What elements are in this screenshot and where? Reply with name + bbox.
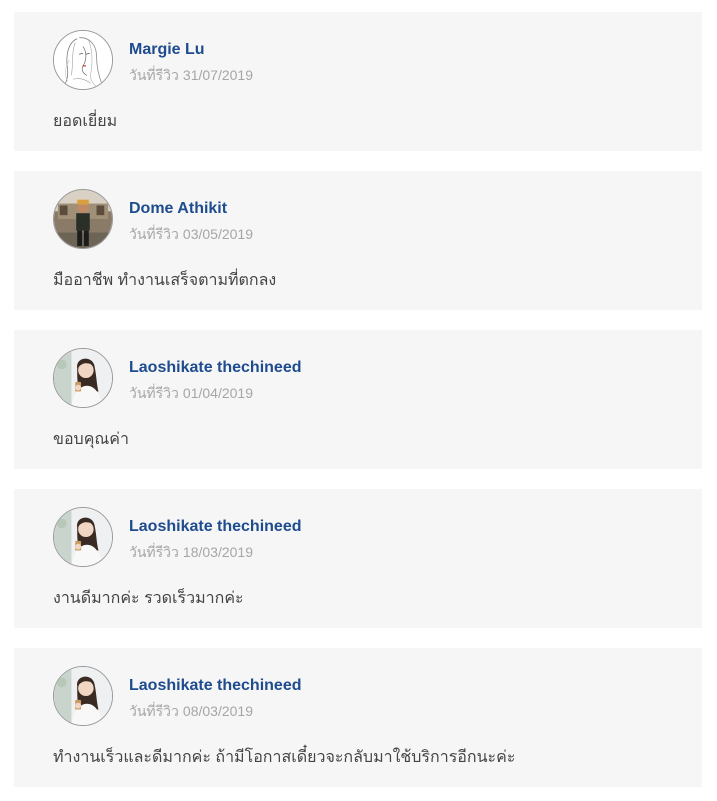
reviewer-name[interactable]: Margie Lu xyxy=(129,41,205,59)
review-text: งานดีมากค่ะ รวดเร็วมากค่ะ xyxy=(53,590,244,607)
review-text: มืออาชีพ ทำงานเสร็จตามที่ตกลง xyxy=(53,272,277,289)
photo-portrait-avatar-icon xyxy=(54,508,112,566)
photo-portrait-avatar-icon xyxy=(54,349,112,407)
photo-portrait-avatar-icon xyxy=(54,190,112,248)
review-card: Laoshikate thechineed วันที่รีวิว 18/03/2… xyxy=(14,489,702,628)
reviewer-avatar xyxy=(53,189,113,249)
review-date: วันที่รีวิว 08/03/2019 xyxy=(129,701,253,723)
review-date: วันที่รีวิว 01/04/2019 xyxy=(129,383,253,405)
review-date-value: 18/03/2019 xyxy=(182,544,253,560)
review-date-label: วันที่รีวิว xyxy=(129,385,179,401)
review-list: Margie Lu วันที่รีวิว 31/07/2019 ยอดเยี่ย… xyxy=(0,0,717,801)
reviewer-avatar xyxy=(53,666,113,726)
reviewer-avatar xyxy=(53,507,113,567)
review-date-label: วันที่รีวิว xyxy=(129,226,179,242)
reviewer-name[interactable]: Laoshikate thechineed xyxy=(129,359,302,377)
review-date-label: วันที่รีวิว xyxy=(129,544,179,560)
review-text: ทำงานเร็วและดีมากค่ะ ถ้ามีโอกาสเดี๋ยวจะก… xyxy=(53,749,516,766)
review-card: Margie Lu วันที่รีวิว 31/07/2019 ยอดเยี่ย… xyxy=(14,12,702,151)
review-date-label: วันที่รีวิว xyxy=(129,67,179,83)
reviewer-avatar xyxy=(53,30,113,90)
review-date-value: 03/05/2019 xyxy=(182,226,253,242)
review-date-value: 08/03/2019 xyxy=(182,703,253,719)
reviewer-name[interactable]: Laoshikate thechineed xyxy=(129,677,302,695)
reviewer-name[interactable]: Dome Athikit xyxy=(129,200,227,218)
review-card: Laoshikate thechineed วันที่รีวิว 01/04/2… xyxy=(14,330,702,469)
review-text: ยอดเยี่ยม xyxy=(53,113,118,130)
review-card: Dome Athikit วันที่รีวิว 03/05/2019 มืออา… xyxy=(14,171,702,310)
photo-portrait-avatar-icon xyxy=(54,667,112,725)
review-card: Laoshikate thechineed วันที่รีวิว 08/03/2… xyxy=(14,648,702,787)
sketch-portrait-avatar-icon xyxy=(54,31,112,89)
review-date: วันที่รีวิว 03/05/2019 xyxy=(129,224,253,246)
review-date-label: วันที่รีวิว xyxy=(129,703,179,719)
reviewer-name[interactable]: Laoshikate thechineed xyxy=(129,518,302,536)
review-date-value: 01/04/2019 xyxy=(182,385,253,401)
reviewer-avatar xyxy=(53,348,113,408)
review-date: วันที่รีวิว 18/03/2019 xyxy=(129,542,253,564)
review-date-value: 31/07/2019 xyxy=(182,67,253,83)
review-text: ขอบคุณค่า xyxy=(53,431,129,448)
review-date: วันที่รีวิว 31/07/2019 xyxy=(129,65,253,87)
